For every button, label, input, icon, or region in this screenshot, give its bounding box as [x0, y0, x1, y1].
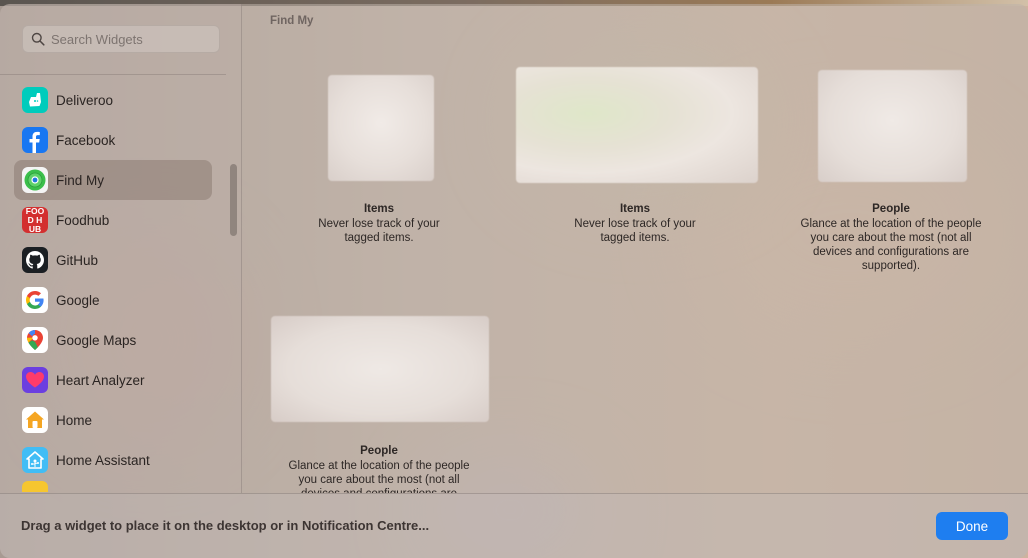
google-maps-icon	[22, 327, 48, 353]
heart-analyzer-icon	[22, 367, 48, 393]
sidebar-item-find-my[interactable]: Find My	[14, 160, 212, 200]
home-icon	[22, 407, 48, 433]
widget-preview-people-small[interactable]	[818, 70, 967, 182]
facebook-icon	[22, 127, 48, 153]
sidebar-item-foodhub[interactable]: FOOD HUB Foodhub	[14, 200, 212, 240]
home-assistant-icon	[22, 447, 48, 473]
sidebar-item-label: GitHub	[56, 252, 99, 268]
find-my-icon	[22, 167, 48, 193]
sidebar-item-google[interactable]: Google	[14, 280, 212, 320]
sidebar-item-deliveroo[interactable]: Deliveroo	[14, 80, 212, 120]
widget-description: Never lose track of your tagged items.	[574, 218, 696, 244]
sidebar-divider	[0, 74, 226, 75]
widget-description: Glance at the location of the people you…	[800, 218, 982, 272]
foodhub-icon: FOOD HUB	[22, 207, 48, 233]
widget-preview-items-small[interactable]	[328, 75, 434, 181]
widget-name: People	[360, 445, 398, 457]
sidebar-item-label: Google Maps	[56, 332, 137, 348]
widget-gallery-window: Deliveroo Facebook Find My FOOD HUB Food…	[0, 4, 1028, 558]
footer-hint: Drag a widget to place it on the desktop…	[21, 518, 430, 533]
sidebar-item-label: Deliveroo	[56, 92, 114, 108]
google-icon	[22, 287, 48, 313]
search-field[interactable]	[22, 25, 220, 53]
sidebar-item-heart-analyzer[interactable]: Heart Analyzer	[14, 360, 212, 400]
widget-name: Items	[619, 203, 651, 215]
search-icon	[31, 32, 45, 46]
sidebar-item-home-assistant[interactable]: Home Assistant	[14, 440, 212, 480]
widget-description: Never lose track of your tagged items.	[318, 218, 440, 244]
widget-name: Items	[363, 203, 395, 215]
sidebar-item-github[interactable]: GitHub	[14, 240, 212, 280]
widget-caption: People Glance at the location of the peo…	[280, 444, 478, 493]
widget-preview-people-medium[interactable]	[271, 316, 489, 422]
widget-preview-items-medium[interactable]	[516, 67, 758, 183]
widget-caption: People Glance at the location of the peo…	[792, 202, 990, 273]
sidebar: Deliveroo Facebook Find My FOOD HUB Food…	[0, 4, 242, 493]
sidebar-item-label: Foodhub	[56, 212, 110, 228]
sidebar-item-label: Google	[56, 292, 100, 308]
sidebar-item-label: Home Assistant	[56, 452, 150, 468]
sidebar-item-label: Facebook	[56, 132, 116, 148]
done-button[interactable]: Done	[936, 512, 1008, 540]
sidebar-item-home[interactable]: Home	[14, 400, 212, 440]
deliveroo-icon	[22, 87, 48, 113]
search-input[interactable]	[51, 31, 211, 47]
sidebar-item-partial[interactable]	[14, 480, 212, 492]
widget-caption: Items Never lose track of your tagged it…	[304, 202, 454, 245]
widget-caption: Items Never lose track of your tagged it…	[560, 202, 710, 245]
sidebar-item-label: Find My	[56, 172, 105, 188]
footer-bar: Drag a widget to place it on the desktop…	[0, 493, 1028, 558]
sidebar-scrollbar[interactable]	[230, 164, 237, 236]
widget-description: Glance at the location of the people you…	[288, 460, 470, 493]
github-icon	[22, 247, 48, 273]
sidebar-item-label: Heart Analyzer	[56, 372, 145, 388]
sidebar-item-facebook[interactable]: Facebook	[14, 120, 212, 160]
sidebar-item-google-maps[interactable]: Google Maps	[14, 320, 212, 360]
sidebar-item-label: Home	[56, 412, 93, 428]
app-icon-partial	[22, 481, 48, 492]
widget-name: People	[872, 203, 910, 215]
section-title: Find My	[270, 15, 314, 27]
app-list: Deliveroo Facebook Find My FOOD HUB Food…	[14, 80, 212, 492]
